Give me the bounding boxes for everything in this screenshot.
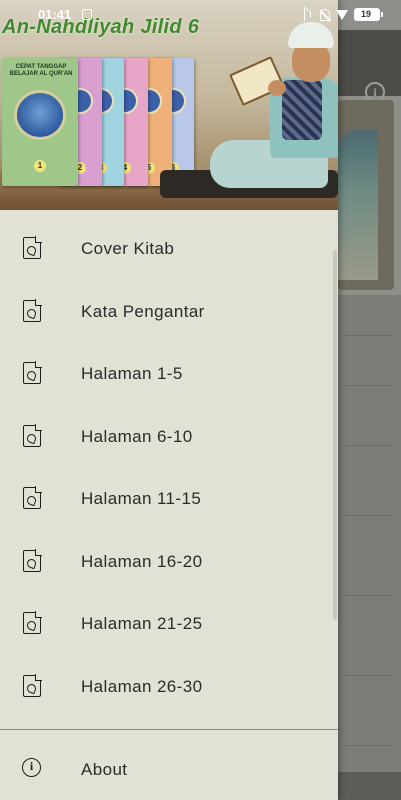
pdf-icon xyxy=(23,486,42,510)
reading-boy-image xyxy=(210,20,338,210)
navigation-drawer: An-Nahdliyah Jilid 6 6 5 4 3 2 CEPAT TAN… xyxy=(0,0,338,800)
background-card-image xyxy=(338,100,394,290)
wifi-icon xyxy=(336,9,348,20)
menu-item-label: Halaman 21-25 xyxy=(81,614,203,634)
battery-level: 19 xyxy=(354,8,380,21)
pdf-icon xyxy=(23,611,42,635)
status-icons: 19 xyxy=(304,8,383,21)
menu-item-label: Halaman 11-15 xyxy=(81,489,202,509)
pdf-icon xyxy=(23,236,42,260)
menu-item-label: Kata Pengantar xyxy=(81,301,205,321)
book-cover-text: CEPAT TANGGAP BELAJAR AL QUR'AN xyxy=(9,64,73,77)
menu-item-halaman-11-15[interactable]: Halaman 11-15 xyxy=(0,468,338,531)
menu-item-about[interactable]: i About xyxy=(0,738,338,800)
sim-icon xyxy=(82,9,92,20)
menu-item-halaman-21-25[interactable]: Halaman 21-25 xyxy=(0,593,338,656)
status-bar: 01:41 19 xyxy=(0,0,401,30)
menu-item-halaman-6-10[interactable]: Halaman 6-10 xyxy=(0,406,338,469)
menu-item-label: Cover Kitab xyxy=(81,239,175,259)
info-icon[interactable]: i xyxy=(365,82,385,102)
drawer-header: An-Nahdliyah Jilid 6 6 5 4 3 2 CEPAT TAN… xyxy=(0,0,338,210)
menu-item-halaman-26-30[interactable]: Halaman 26-30 xyxy=(0,656,338,719)
book-cover-front: CEPAT TANGGAP BELAJAR AL QUR'AN 1 xyxy=(2,58,78,186)
pdf-icon xyxy=(23,361,42,385)
about-label: About xyxy=(81,760,128,779)
bluetooth-icon xyxy=(304,8,314,21)
menu-item-label: Halaman 1-5 xyxy=(81,364,183,384)
menu-item-kata-pengantar[interactable]: Kata Pengantar xyxy=(0,281,338,344)
menu-item-cover-kitab[interactable]: Cover Kitab xyxy=(0,218,338,281)
menu-item-halaman-16-20[interactable]: Halaman 16-20 xyxy=(0,531,338,594)
menu-item-label: Halaman 26-30 xyxy=(81,676,203,696)
menu-divider xyxy=(0,729,338,730)
battery-icon: 19 xyxy=(354,8,383,21)
pdf-icon xyxy=(23,423,42,447)
status-time: 01:41 xyxy=(38,7,72,22)
menu-item-label: Halaman 16-20 xyxy=(81,551,203,571)
pdf-icon xyxy=(23,548,42,572)
pdf-icon xyxy=(23,298,42,322)
info-icon: i xyxy=(22,758,41,777)
pdf-icon xyxy=(23,673,42,697)
drawer-scrollbar[interactable] xyxy=(333,250,337,620)
background-page xyxy=(338,295,401,800)
drawer-menu: Cover Kitab Kata Pengantar Halaman 1-5 H… xyxy=(0,218,338,718)
menu-item-halaman-1-5[interactable]: Halaman 1-5 xyxy=(0,343,338,406)
menu-item-label: Halaman 6-10 xyxy=(81,426,193,446)
mute-icon xyxy=(320,8,330,21)
background-bottom-bar xyxy=(338,772,401,800)
book-covers-image: 6 5 4 3 2 CEPAT TANGGAP BELAJAR AL QUR'A… xyxy=(2,58,198,188)
